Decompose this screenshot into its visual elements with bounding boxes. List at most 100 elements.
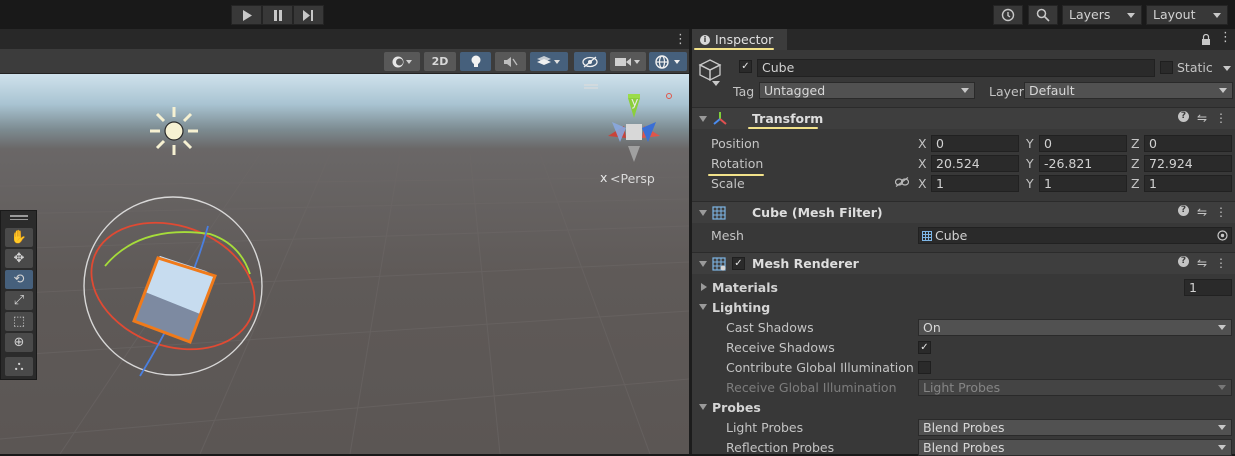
shading-mode-button[interactable] bbox=[384, 52, 420, 71]
receive-shadows-checkbox[interactable]: ✓ bbox=[918, 341, 931, 354]
camera-settings-button[interactable] bbox=[610, 52, 646, 71]
presets-icon[interactable]: ⇋ bbox=[1197, 256, 1207, 270]
rect-transform-icon: ⬚ bbox=[12, 314, 26, 329]
help-icon[interactable]: ? bbox=[1177, 256, 1189, 267]
position-x-field[interactable]: 0 bbox=[931, 135, 1019, 152]
static-checkbox[interactable] bbox=[1160, 61, 1173, 74]
transform-header[interactable]: Transform ? ⇋ ⋮ bbox=[692, 107, 1235, 129]
history-button[interactable] bbox=[993, 5, 1023, 25]
mesh-object-field[interactable]: Cube bbox=[918, 227, 1232, 244]
light-probes-dropdown[interactable]: Blend Probes bbox=[918, 419, 1232, 436]
scale-icon: ⤢ bbox=[13, 293, 25, 308]
layout-dropdown[interactable]: Layout bbox=[1146, 5, 1228, 25]
rotation-z-axis-label[interactable]: Z bbox=[1131, 156, 1140, 171]
chevron-down-icon bbox=[1218, 425, 1226, 430]
scale-x-axis-label[interactable]: X bbox=[918, 176, 927, 191]
scale-x-field[interactable]: 1 bbox=[931, 175, 1019, 192]
annotation-underline bbox=[694, 48, 774, 50]
presets-icon[interactable]: ⇋ bbox=[1197, 205, 1207, 219]
rotation-z-field[interactable]: 72.924 bbox=[1144, 155, 1232, 172]
rotation-x-axis-label[interactable]: X bbox=[918, 156, 927, 171]
pause-icon bbox=[273, 9, 282, 21]
rotation-x-field[interactable]: 20.524 bbox=[931, 155, 1019, 172]
scale-tool-button[interactable]: ⤢ bbox=[5, 291, 33, 310]
help-icon[interactable]: ? bbox=[1177, 205, 1189, 216]
object-name-field[interactable]: Cube bbox=[757, 59, 1155, 77]
position-y-field[interactable]: 0 bbox=[1039, 135, 1127, 152]
mesh-renderer-title: Mesh Renderer bbox=[752, 256, 859, 271]
mesh-renderer-header[interactable]: ✓ Mesh Renderer ? ⇋ ⋮ bbox=[692, 252, 1235, 274]
scene-visibility-button[interactable] bbox=[574, 52, 606, 71]
help-icon[interactable]: ? bbox=[1177, 111, 1189, 122]
scale-z-axis-label[interactable]: Z bbox=[1131, 176, 1140, 191]
custom-tool-button[interactable]: ⛬ bbox=[5, 357, 33, 376]
kebab-menu-icon[interactable]: ⋮ bbox=[1215, 205, 1227, 219]
reflection-probes-dropdown[interactable]: Blend Probes bbox=[918, 439, 1232, 456]
projection-label[interactable]: <Persp bbox=[610, 171, 655, 186]
scale-label: Scale bbox=[711, 176, 745, 191]
layer-dropdown[interactable]: Default bbox=[1024, 82, 1233, 99]
unlinked-scale-icon[interactable] bbox=[895, 177, 909, 187]
reflection-probes-label: Reflection Probes bbox=[726, 440, 835, 455]
foldout-down-icon[interactable] bbox=[699, 261, 707, 267]
2d-toggle-button[interactable]: 2D bbox=[424, 52, 456, 71]
materials-label[interactable]: Materials bbox=[712, 280, 778, 295]
rotate-tool-button[interactable]: ⟲ bbox=[5, 270, 33, 289]
kebab-menu-icon[interactable]: ⋮ bbox=[674, 32, 687, 47]
layers-dropdown[interactable]: Layers bbox=[1062, 5, 1142, 25]
drag-handle-icon[interactable] bbox=[10, 215, 28, 217]
tag-dropdown[interactable]: Untagged bbox=[759, 82, 975, 99]
effects-button[interactable] bbox=[530, 52, 568, 71]
position-y-axis-label[interactable]: Y bbox=[1026, 136, 1034, 151]
contribute-gi-checkbox[interactable] bbox=[918, 361, 931, 374]
scale-y-field[interactable]: 1 bbox=[1039, 175, 1127, 192]
chevron-down-icon bbox=[1213, 13, 1221, 18]
gizmos-button[interactable] bbox=[649, 52, 687, 71]
position-z-field[interactable]: 0 bbox=[1144, 135, 1232, 152]
mesh-renderer-enabled-checkbox[interactable]: ✓ bbox=[732, 257, 745, 270]
step-button[interactable] bbox=[293, 5, 324, 25]
foldout-right-icon[interactable] bbox=[701, 283, 707, 291]
mesh-filter-header[interactable]: Cube (Mesh Filter) ? ⇋ ⋮ bbox=[692, 201, 1235, 223]
probes-label[interactable]: Probes bbox=[712, 400, 761, 415]
tab-inspector[interactable]: i Inspector bbox=[692, 29, 787, 50]
active-checkbox[interactable]: ✓ bbox=[739, 60, 752, 73]
foldout-down-icon[interactable] bbox=[699, 304, 707, 310]
scale-y-axis-label[interactable]: Y bbox=[1026, 176, 1034, 191]
pause-button[interactable] bbox=[262, 5, 293, 25]
chevron-down-icon bbox=[1218, 445, 1226, 450]
rect-tool-button[interactable]: ⬚ bbox=[5, 312, 33, 331]
lighting-label[interactable]: Lighting bbox=[712, 300, 770, 315]
cast-shadows-dropdown[interactable]: On bbox=[918, 319, 1232, 336]
static-chevron-down-icon[interactable] bbox=[1223, 66, 1231, 71]
hand-tool-button[interactable]: ✋ bbox=[5, 228, 33, 247]
directional-light-icon[interactable] bbox=[150, 107, 198, 155]
materials-count-field[interactable]: 1 bbox=[1184, 279, 1232, 296]
lock-icon[interactable] bbox=[1201, 34, 1211, 45]
chevron-down-icon bbox=[1127, 13, 1135, 18]
main-toolbar: Layers Layout bbox=[0, 0, 1235, 29]
play-button[interactable] bbox=[231, 5, 262, 25]
kebab-menu-icon[interactable]: ⋮ bbox=[1219, 30, 1232, 45]
scene-viewport[interactable]: x y <Persp bbox=[0, 74, 689, 454]
move-tool-button[interactable]: ✥ bbox=[5, 249, 33, 268]
presets-icon[interactable]: ⇋ bbox=[1197, 111, 1207, 125]
lighting-toggle-button[interactable] bbox=[460, 52, 491, 71]
position-z-axis-label[interactable]: Z bbox=[1131, 136, 1140, 151]
kebab-menu-icon[interactable]: ⋮ bbox=[1215, 256, 1227, 270]
foldout-down-icon[interactable] bbox=[699, 116, 707, 122]
object-picker-icon[interactable] bbox=[1217, 230, 1228, 241]
scale-z-field[interactable]: 1 bbox=[1144, 175, 1232, 192]
position-x-axis-label[interactable]: X bbox=[918, 136, 927, 151]
foldout-down-icon[interactable] bbox=[699, 210, 707, 216]
audio-toggle-button[interactable] bbox=[495, 52, 526, 71]
chevron-down-icon bbox=[961, 88, 969, 93]
rotation-y-field[interactable]: -26.821 bbox=[1039, 155, 1127, 172]
search-button[interactable] bbox=[1028, 5, 1058, 25]
foldout-down-icon[interactable] bbox=[699, 404, 707, 410]
icon-chevron-down-icon[interactable] bbox=[712, 81, 720, 86]
kebab-menu-icon[interactable]: ⋮ bbox=[1215, 111, 1227, 125]
rotation-y-axis-label[interactable]: Y bbox=[1026, 156, 1034, 171]
transform-tool-button[interactable]: ⊕ bbox=[5, 333, 33, 352]
cast-shadows-value: On bbox=[923, 320, 941, 335]
